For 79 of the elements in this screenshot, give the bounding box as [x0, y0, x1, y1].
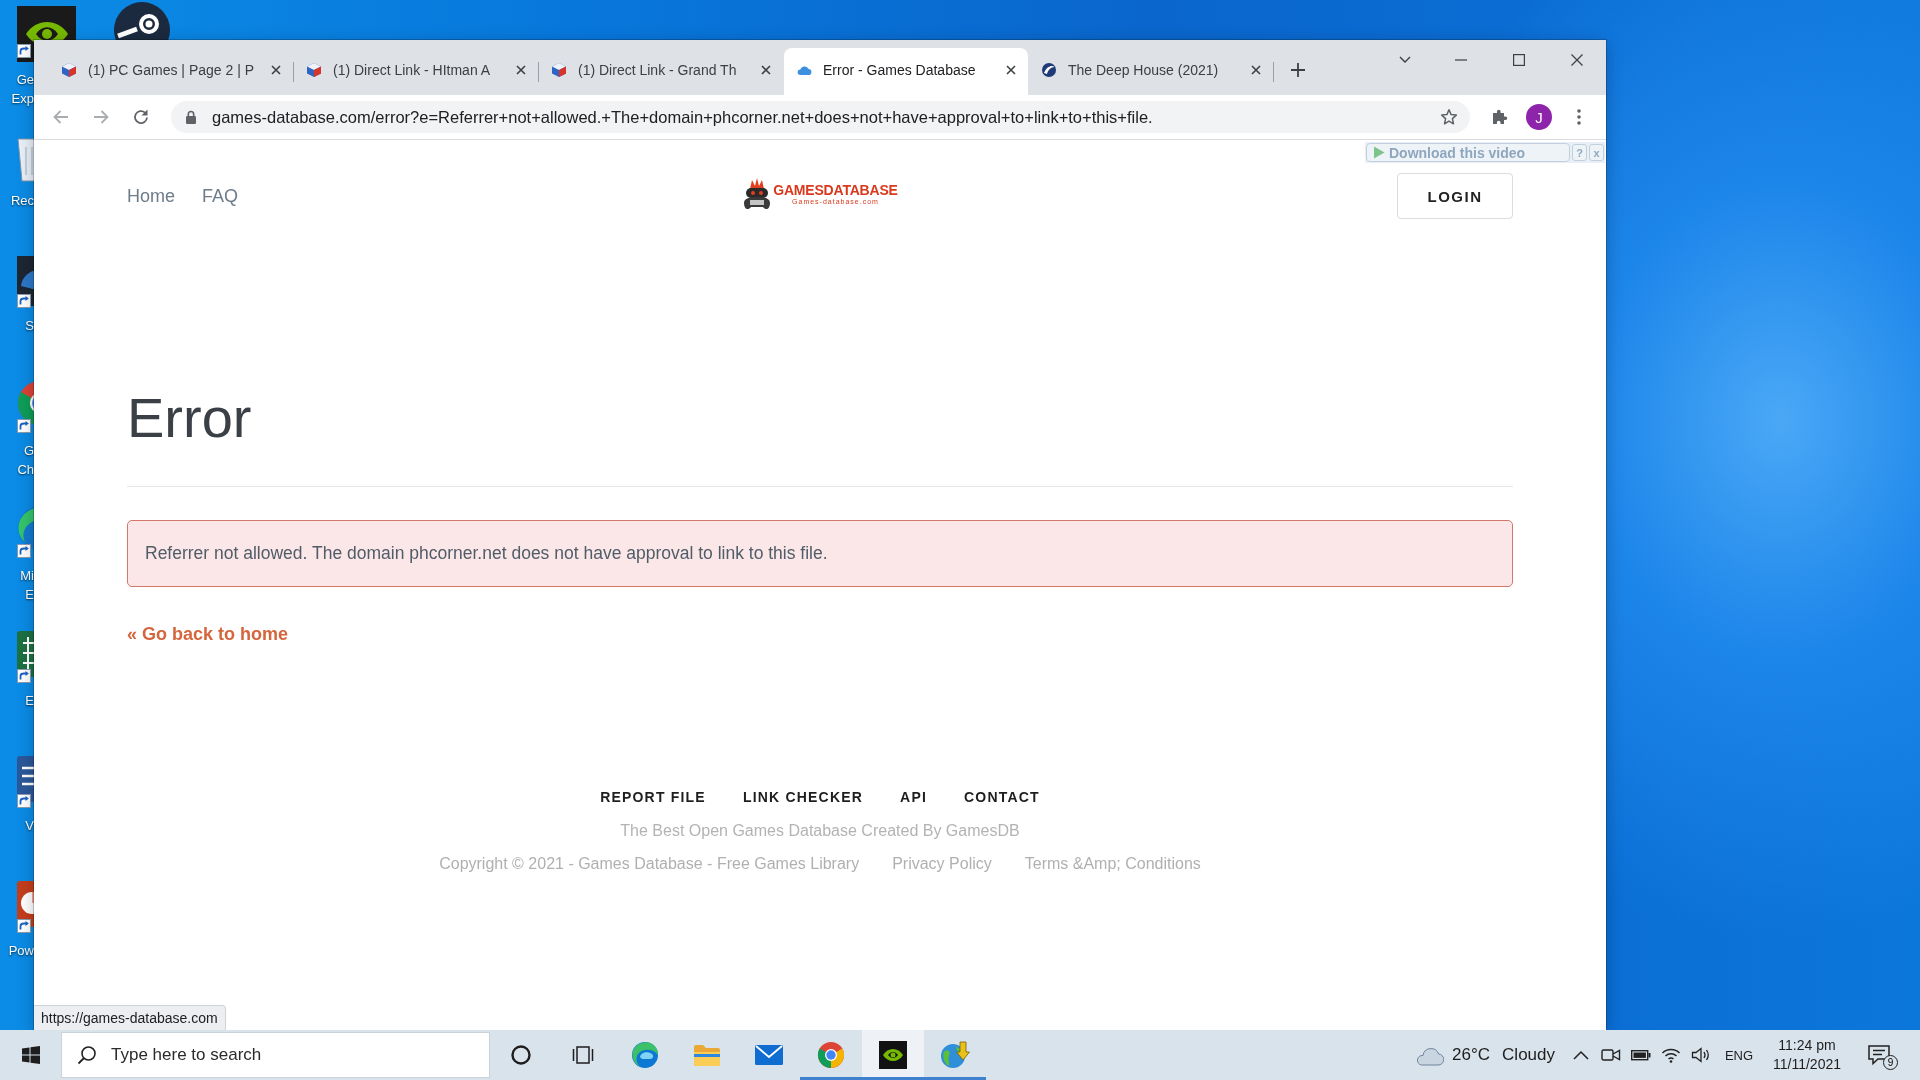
error-alert: Referrer not allowed. The domain phcorner.net does not have approval to link to this file. — [127, 520, 1513, 587]
back-home-link[interactable]: « Go back to home — [127, 622, 289, 646]
envelope-icon — [755, 1044, 783, 1066]
clock-time[interactable]: 11:24 pm — [1778, 1037, 1836, 1054]
cube-icon — [61, 62, 77, 78]
desktop-icon-label: Ge — [16, 71, 34, 89]
temperature-text[interactable]: 26°C — [1452, 1045, 1491, 1065]
menu-icon — [1577, 109, 1581, 125]
desktop-icon-label: S — [25, 317, 34, 335]
status-bubble: https://games-database.com — [34, 1005, 226, 1030]
login-button[interactable]: LOGIN — [1397, 173, 1513, 219]
browser-tab[interactable]: (1) Direct Link - Grand Th — [539, 48, 783, 95]
desktop-icon-label: V — [25, 817, 34, 835]
cube-icon — [306, 62, 322, 78]
plus-icon — [1291, 63, 1305, 77]
browser-tab[interactable]: (1) Direct Link - HItman A — [294, 48, 538, 95]
footer-nav-link[interactable]: API — [900, 787, 928, 807]
close-icon[interactable] — [271, 65, 281, 75]
close-icon[interactable] — [1251, 65, 1261, 75]
browser-tab[interactable]: (1) PC Games | Page 2 | P — [49, 48, 293, 95]
swoosh-logo-icon — [1041, 62, 1057, 78]
page-heading: Error — [127, 385, 252, 451]
swirl-logo-icon — [631, 1041, 659, 1069]
footer-tagline: The Best Open Games Database Created By GamesDB — [620, 821, 1020, 841]
browser-tab[interactable]: Error - Games Database — [784, 48, 1028, 95]
ring-icon — [510, 1044, 532, 1066]
close-icon[interactable] — [1006, 65, 1016, 75]
maximize-icon — [1513, 54, 1525, 66]
play-icon — [1373, 146, 1385, 159]
nav-link[interactable]: Home — [127, 185, 175, 207]
desktop-icon-label: Ch — [17, 461, 34, 479]
cube-icon — [551, 62, 567, 78]
start-icon — [21, 1046, 40, 1064]
taskbar-app-button[interactable] — [862, 1030, 924, 1080]
puzzle-icon — [1490, 108, 1508, 126]
language-indicator[interactable]: ENG — [1724, 1047, 1754, 1063]
desktop-icon-label: E — [25, 586, 34, 604]
speaker-icon — [1691, 1047, 1711, 1063]
footer-nav-link[interactable]: LINK CHECKER — [742, 787, 864, 807]
speech-bubble-icon — [1867, 1044, 1891, 1066]
chevron-down-icon — [1399, 56, 1411, 64]
folder-icon — [693, 1043, 721, 1067]
desktop-icon-label: Pow — [8, 942, 34, 960]
desktop-icon-label: G — [23, 442, 34, 460]
wifi-icon — [1661, 1047, 1681, 1063]
camera-icon — [1601, 1048, 1621, 1062]
task-view-icon — [572, 1045, 594, 1065]
notifications-button[interactable]: 9 — [1852, 1030, 1906, 1080]
profile-avatar[interactable]: J — [1526, 104, 1552, 130]
battery-icon — [1631, 1049, 1651, 1061]
desktop-icon-label: Rec — [10, 192, 34, 210]
desktop-icon-label: Exp — [11, 90, 34, 108]
footer-nav-link[interactable]: CONTACT — [964, 787, 1040, 807]
search-field[interactable]: Type here to search — [61, 1032, 490, 1078]
weather-condition[interactable]: Cloudy — [1502, 1045, 1555, 1065]
desktop-icon-label: Mi — [20, 567, 34, 585]
mascot-icon — [742, 178, 773, 211]
globe-arrow-icon — [940, 1040, 970, 1070]
browser-tab[interactable]: The Deep House (2021) — [1029, 48, 1273, 95]
close-icon[interactable] — [516, 65, 526, 75]
chevron-up-icon — [1573, 1050, 1589, 1060]
close-icon — [1571, 54, 1583, 66]
clock-date[interactable]: 11/11/2021 — [1773, 1056, 1841, 1073]
minimize-icon — [1455, 59, 1467, 61]
browser-logo-icon — [817, 1041, 845, 1069]
address-field[interactable]: games-database.com/error?e=Referrer+not+allowed.+The+domain+phcorner.net+does+not+have+approval+to+link+to+this+file. — [171, 101, 1470, 133]
eye-logo-icon — [879, 1041, 907, 1069]
search-icon — [77, 1045, 97, 1065]
desktop-icon-label: E — [25, 692, 34, 710]
lock-icon — [185, 110, 197, 124]
bookmark-button[interactable] — [1440, 108, 1458, 126]
star-icon — [1440, 108, 1458, 126]
logo-name[interactable]: GAMESDATABASE — [773, 183, 898, 198]
close-icon[interactable] — [761, 65, 771, 75]
footer-nav-link[interactable]: REPORT FILE — [600, 787, 706, 807]
notification-count: 9 — [1883, 1055, 1898, 1070]
nav-link[interactable]: FAQ — [202, 185, 239, 207]
reload-icon — [131, 107, 151, 127]
copyright-text: Copyright © 2021 - Games Database - Free Games Library — [439, 854, 860, 874]
